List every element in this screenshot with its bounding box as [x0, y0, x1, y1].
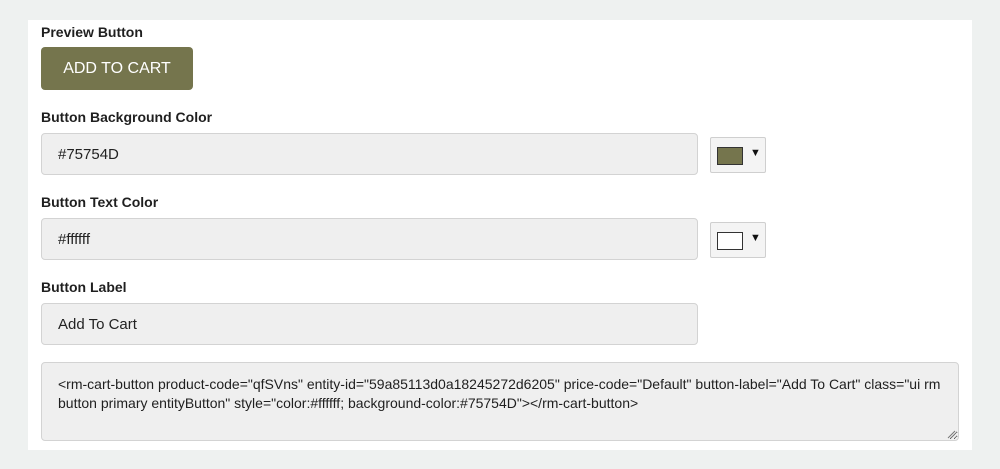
background-color-label: Button Background Color: [41, 109, 213, 125]
preview-button-label: Preview Button: [41, 24, 143, 40]
text-color-label: Button Text Color: [41, 194, 159, 210]
button-label-label: Button Label: [41, 279, 127, 295]
text-color-swatch: [717, 232, 743, 250]
background-color-picker[interactable]: ▼: [710, 137, 766, 173]
button-label-input[interactable]: [41, 303, 698, 345]
resize-handle-icon[interactable]: [947, 430, 956, 439]
chevron-down-icon: ▼: [750, 232, 761, 244]
background-color-swatch: [717, 147, 743, 165]
text-color-picker[interactable]: ▼: [710, 222, 766, 258]
chevron-down-icon: ▼: [750, 147, 761, 159]
add-to-cart-preview-button[interactable]: ADD TO CART: [41, 47, 193, 90]
text-color-input[interactable]: [41, 218, 698, 260]
background-color-input[interactable]: [41, 133, 698, 175]
embed-code-textarea[interactable]: <rm-cart-button product-code="qfSVns" en…: [41, 362, 959, 441]
button-settings-panel: Preview Button ADD TO CART Button Backgr…: [28, 20, 972, 450]
